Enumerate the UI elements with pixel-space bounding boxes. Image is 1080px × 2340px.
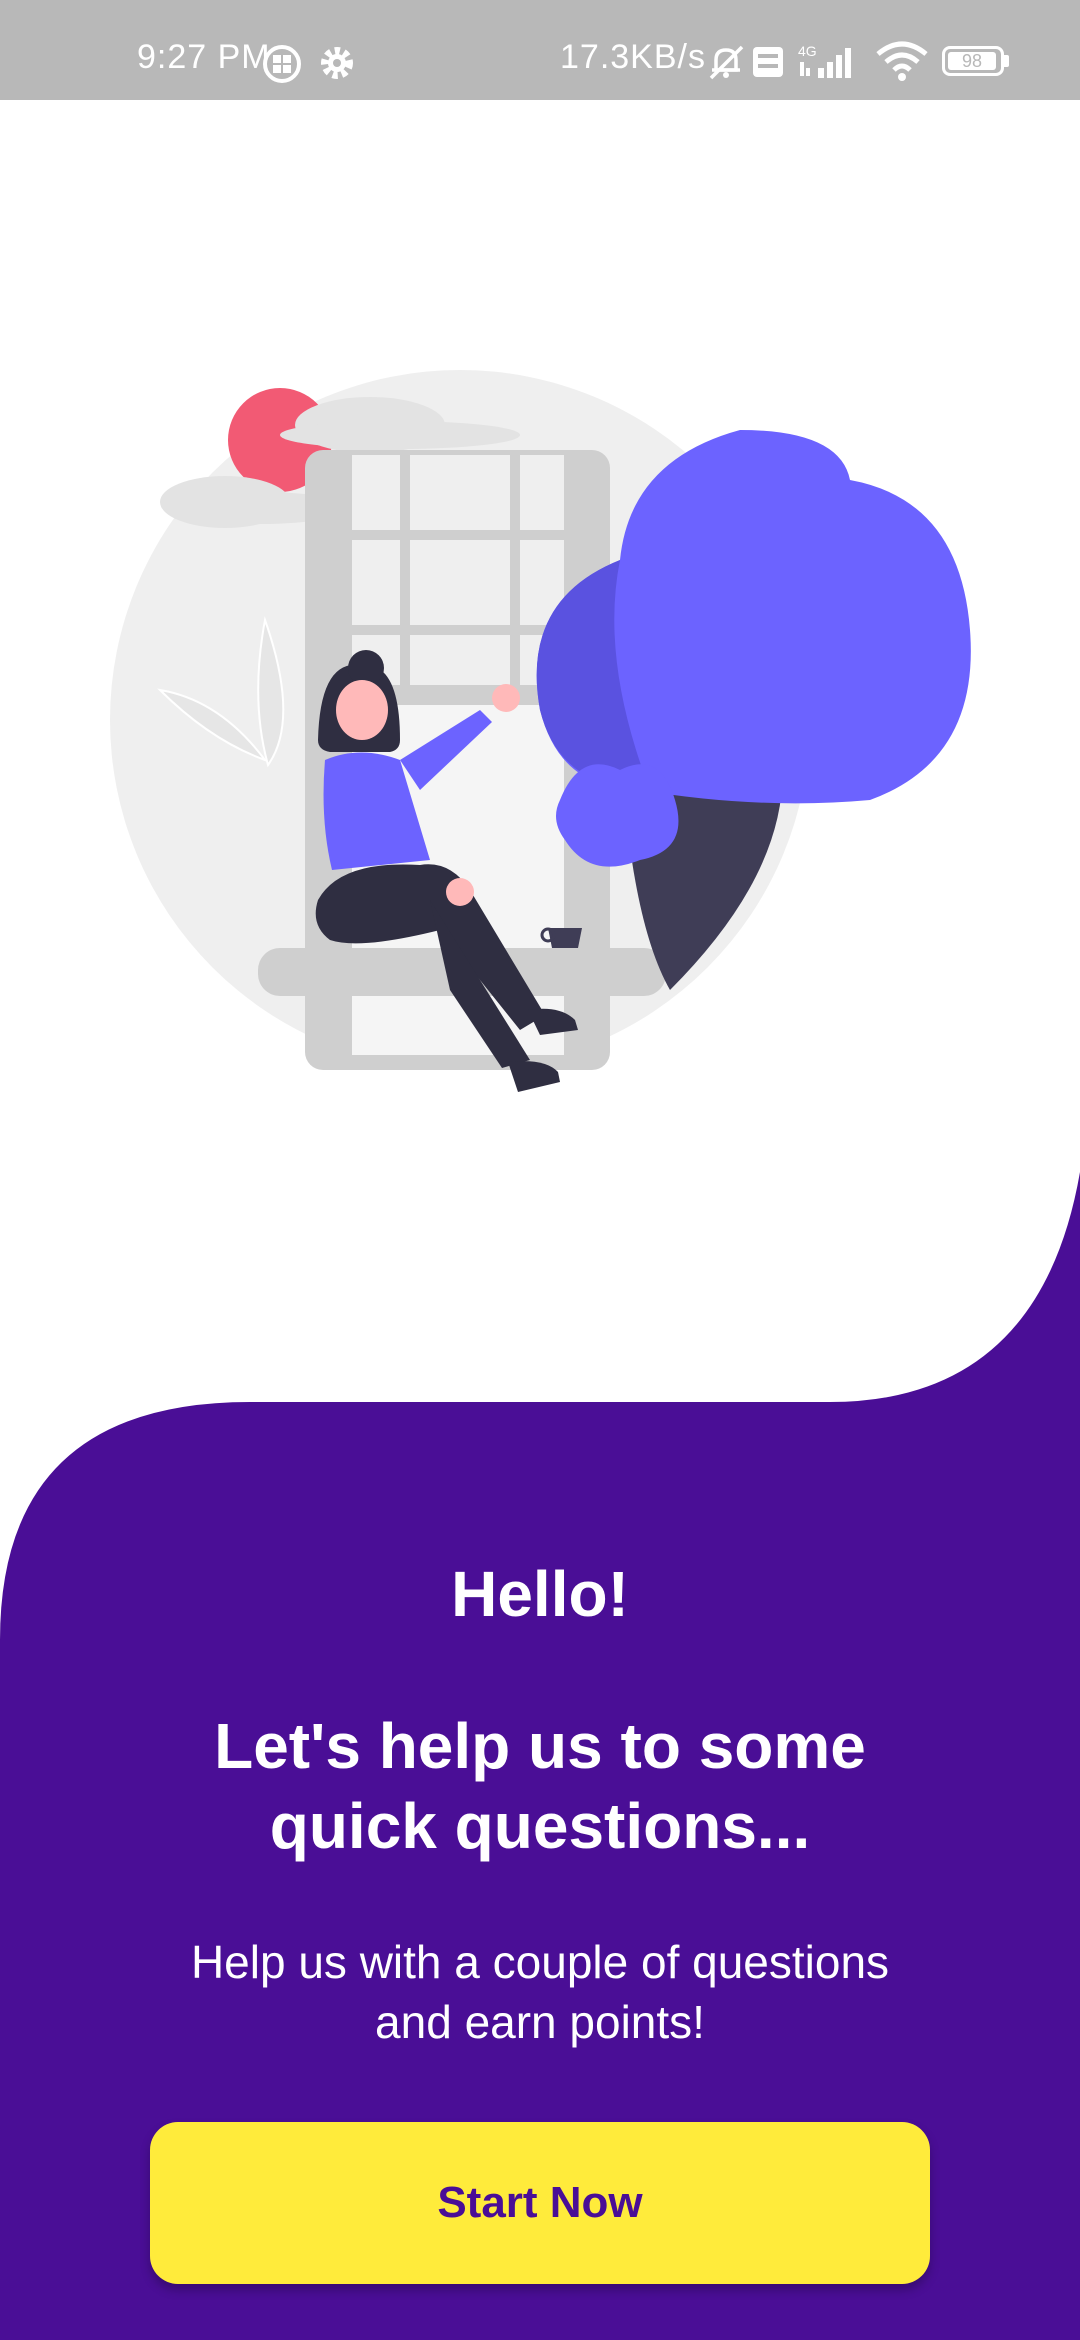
- settings-gear-icon: [321, 47, 353, 79]
- bush-shape: [556, 764, 679, 867]
- grid-app-icon: [263, 45, 301, 83]
- mute-bell-icon: [709, 45, 744, 80]
- status-bar: 9:27 PM 17.3KB/s 4G 98: [0, 0, 1080, 100]
- signal-4g-icon: 4G: [798, 43, 851, 78]
- start-now-button[interactable]: Start Now: [150, 2122, 930, 2284]
- battery-tip: [1004, 55, 1009, 67]
- battery-icon: 98: [942, 46, 1004, 76]
- status-time: 9:27 PM: [137, 38, 271, 76]
- wifi-icon: [876, 41, 928, 81]
- hero-illustration: [110, 370, 971, 1092]
- battery-level: 98: [948, 52, 996, 70]
- headline-text: Let's help us to some quick questions...: [214, 1710, 866, 1862]
- cloud-shape: [280, 421, 520, 449]
- subtitle-text: Help us with a couple of questions and e…: [190, 1936, 890, 2048]
- greeting-heading: Hello!: [451, 1558, 629, 1630]
- network-speed: 17.3KB/s: [560, 38, 706, 76]
- start-now-label: Start Now: [437, 2178, 643, 2227]
- volte-icon: [753, 47, 783, 77]
- svg-text:4G: 4G: [798, 43, 817, 59]
